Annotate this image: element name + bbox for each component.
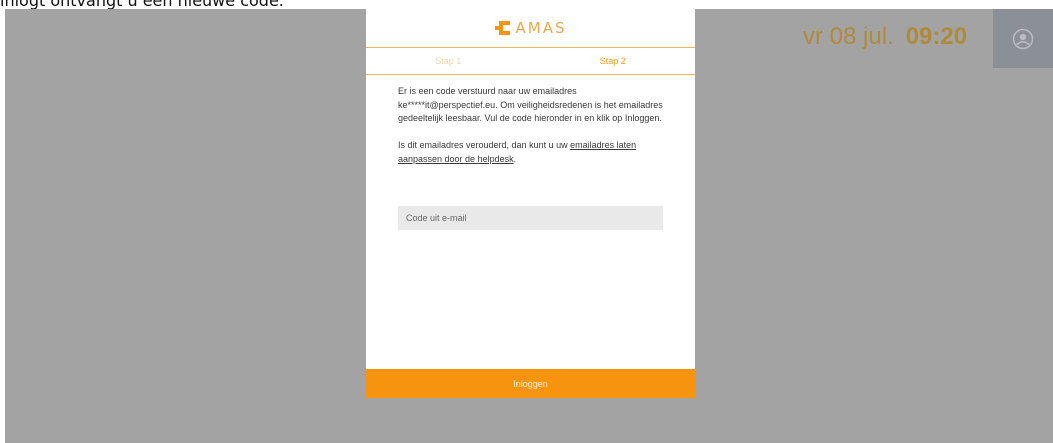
time-label: 09:20 — [905, 23, 968, 50]
code-sent-message: Er is een code verstuurd naar uw emailad… — [398, 86, 663, 123]
sentence-end: . — [513, 153, 517, 164]
step-2-active: Stap 2 — [599, 56, 626, 66]
email-code-input[interactable] — [398, 206, 663, 230]
login-button[interactable]: Inloggen — [366, 369, 695, 398]
user-menu-button[interactable] — [993, 9, 1053, 68]
camas-logo-mark — [494, 21, 510, 35]
outdated-email-message: Is dit emailadres verouderd, dan kunt u … — [398, 139, 666, 166]
login-dialog: AMAS Stap 1 Stap 2 Er is een code verstu… — [366, 9, 695, 398]
logo-text: AMAS — [515, 19, 567, 37]
outdated-email-text: Is dit emailadres verouderd, dan kunt u … — [398, 140, 571, 150]
camas-logo: AMAS — [366, 9, 695, 47]
date-time: vr 08 jul. 09:20 — [803, 21, 967, 53]
step-indicator: Stap 1 Stap 2 — [366, 47, 695, 75]
user-icon — [1012, 28, 1034, 50]
date-label: vr 08 jul. — [803, 23, 894, 50]
step-1: Stap 1 — [435, 56, 462, 66]
instructions: Er is een code verstuurd naar uw emailad… — [398, 85, 666, 180]
